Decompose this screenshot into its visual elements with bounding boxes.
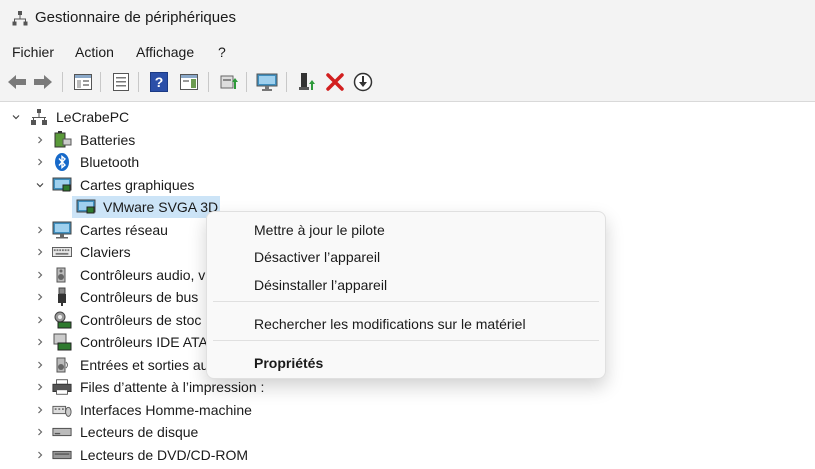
tree-item-bluetooth[interactable]: Bluetooth xyxy=(0,151,300,173)
scan-hardware-icon[interactable] xyxy=(256,71,278,93)
tree-item-label: Batteries xyxy=(80,132,136,148)
menu-separator xyxy=(213,301,599,302)
ide-controller-icon xyxy=(52,332,72,352)
speaker-icon xyxy=(52,265,72,285)
toolbar-separator xyxy=(208,72,209,92)
chevron-right-icon[interactable] xyxy=(35,360,45,370)
tree-item-label: Contrôleurs de stoc xyxy=(80,312,202,328)
audio-io-icon xyxy=(52,355,72,375)
context-menu: Mettre à jour le pilote Désactiver l’app… xyxy=(206,211,606,379)
menu-item-scan-hardware[interactable]: Rechercher les modifications sur le maté… xyxy=(254,316,526,332)
device-manager-icon xyxy=(12,10,28,26)
menu-help[interactable]: ? xyxy=(218,44,226,60)
menu-affichage[interactable]: Affichage xyxy=(136,44,194,60)
display-adapter-icon xyxy=(52,175,72,195)
tree-item-controleurs-audio[interactable]: Contrôleurs audio, v xyxy=(0,264,210,286)
update-driver-icon[interactable] xyxy=(218,71,240,93)
tree-item-cartes-reseau[interactable]: Cartes réseau xyxy=(0,219,210,241)
tree-item-label: Cartes graphiques xyxy=(80,177,195,193)
svg-text:?: ? xyxy=(155,74,164,90)
tree-item-label: Cartes réseau xyxy=(80,222,168,238)
tree-item-label: Contrôleurs de bus xyxy=(80,289,199,305)
tree-root[interactable]: LeCrabePC xyxy=(0,106,200,128)
tree-item-vmware-svga-3d[interactable]: VMware SVGA 3D xyxy=(72,196,220,218)
chevron-right-icon[interactable] xyxy=(35,405,45,415)
tree-item-entrees-sorties-audio[interactable]: Entrées et sorties au xyxy=(0,354,210,376)
dvd-drive-icon xyxy=(52,445,72,465)
chevron-right-icon[interactable] xyxy=(35,270,45,280)
action-pane-icon[interactable] xyxy=(178,71,200,93)
chevron-right-icon[interactable] xyxy=(35,337,45,347)
properties-icon[interactable] xyxy=(110,71,132,93)
tree-item-label: Bluetooth xyxy=(80,154,140,170)
tree-item-controleurs-bus[interactable]: Contrôleurs de bus xyxy=(0,286,210,308)
tree-item-label: Claviers xyxy=(80,244,131,260)
tree-item-label: Contrôleurs IDE ATA xyxy=(80,334,208,350)
tree-item-label: Entrées et sorties au xyxy=(80,357,209,373)
tree-item-cartes-graphiques[interactable]: Cartes graphiques xyxy=(0,174,300,196)
menu-action[interactable]: Action xyxy=(75,44,114,60)
selected-device-label: VMware SVGA 3D xyxy=(103,199,219,215)
disable-device-icon[interactable] xyxy=(352,71,374,93)
uninstall-device-icon[interactable] xyxy=(324,71,346,93)
back-arrow-icon[interactable] xyxy=(6,71,28,93)
usb-icon xyxy=(52,287,72,307)
show-hide-tree-icon[interactable] xyxy=(72,71,94,93)
window-title: Gestionnaire de périphériques xyxy=(35,9,236,26)
menu-bar: Fichier Action Affichage ? xyxy=(0,40,815,64)
menu-item-disable-device[interactable]: Désactiver l’appareil xyxy=(254,249,380,265)
toolbar-separator xyxy=(246,72,247,92)
display-adapter-icon xyxy=(76,197,96,217)
toolbar-separator xyxy=(138,72,139,92)
tree-item-label: Files d’attente à l’impression : xyxy=(80,379,265,395)
chevron-down-icon[interactable] xyxy=(11,112,21,122)
menu-separator xyxy=(213,340,599,341)
chevron-right-icon[interactable] xyxy=(35,135,45,145)
title-bar: Gestionnaire de périphériques xyxy=(0,0,815,38)
network-adapter-icon xyxy=(52,220,72,240)
hid-icon xyxy=(52,400,72,420)
toolbar-separator xyxy=(62,72,63,92)
tree-item-batteries[interactable]: Batteries xyxy=(0,129,300,151)
chevron-right-icon[interactable] xyxy=(35,225,45,235)
tree-item-lecteurs-dvd[interactable]: Lecteurs de DVD/CD-ROM xyxy=(0,444,300,466)
computer-icon xyxy=(29,107,49,127)
printer-icon xyxy=(52,377,72,397)
tree-item-claviers[interactable]: Claviers xyxy=(0,241,210,263)
chevron-right-icon[interactable] xyxy=(35,292,45,302)
menu-fichier[interactable]: Fichier xyxy=(12,44,54,60)
tree-item-lecteurs-disque[interactable]: Lecteurs de disque xyxy=(0,421,300,443)
bluetooth-icon xyxy=(52,152,72,172)
chevron-right-icon[interactable] xyxy=(35,450,45,460)
chevron-right-icon[interactable] xyxy=(35,157,45,167)
toolbar-separator xyxy=(286,72,287,92)
toolbar: ? xyxy=(0,66,815,98)
chevron-right-icon[interactable] xyxy=(35,315,45,325)
disk-drive-icon xyxy=(52,422,72,442)
root-label: LeCrabePC xyxy=(56,109,130,125)
tree-item-label: Contrôleurs audio, v xyxy=(80,267,206,283)
tree-item-label: Lecteurs de DVD/CD-ROM xyxy=(80,447,249,463)
menu-item-properties[interactable]: Propriétés xyxy=(254,355,323,371)
chevron-right-icon[interactable] xyxy=(35,382,45,392)
menu-item-update-driver[interactable]: Mettre à jour le pilote xyxy=(254,222,385,238)
help-icon[interactable]: ? xyxy=(148,71,170,93)
battery-icon xyxy=(52,130,72,150)
keyboard-icon xyxy=(52,242,72,262)
toolbar-separator xyxy=(100,72,101,92)
chevron-right-icon[interactable] xyxy=(35,247,45,257)
tree-item-controleurs-stockage[interactable]: Contrôleurs de stoc xyxy=(0,309,210,331)
enable-device-icon[interactable] xyxy=(296,71,318,93)
menu-item-uninstall-device[interactable]: Désinstaller l’appareil xyxy=(254,277,387,293)
storage-controller-icon xyxy=(52,310,72,330)
chevron-right-icon[interactable] xyxy=(35,427,45,437)
tree-item-label: Lecteurs de disque xyxy=(80,424,199,440)
tree-item-files-attente[interactable]: Files d’attente à l’impression : xyxy=(0,376,300,398)
tree-item-label: Interfaces Homme-machine xyxy=(80,402,252,418)
chevron-down-icon[interactable] xyxy=(35,180,45,190)
forward-arrow-icon[interactable] xyxy=(32,71,54,93)
tree-item-interfaces-homme-machine[interactable]: Interfaces Homme-machine xyxy=(0,399,300,421)
tree-item-controleurs-ide[interactable]: Contrôleurs IDE ATA xyxy=(0,331,210,353)
